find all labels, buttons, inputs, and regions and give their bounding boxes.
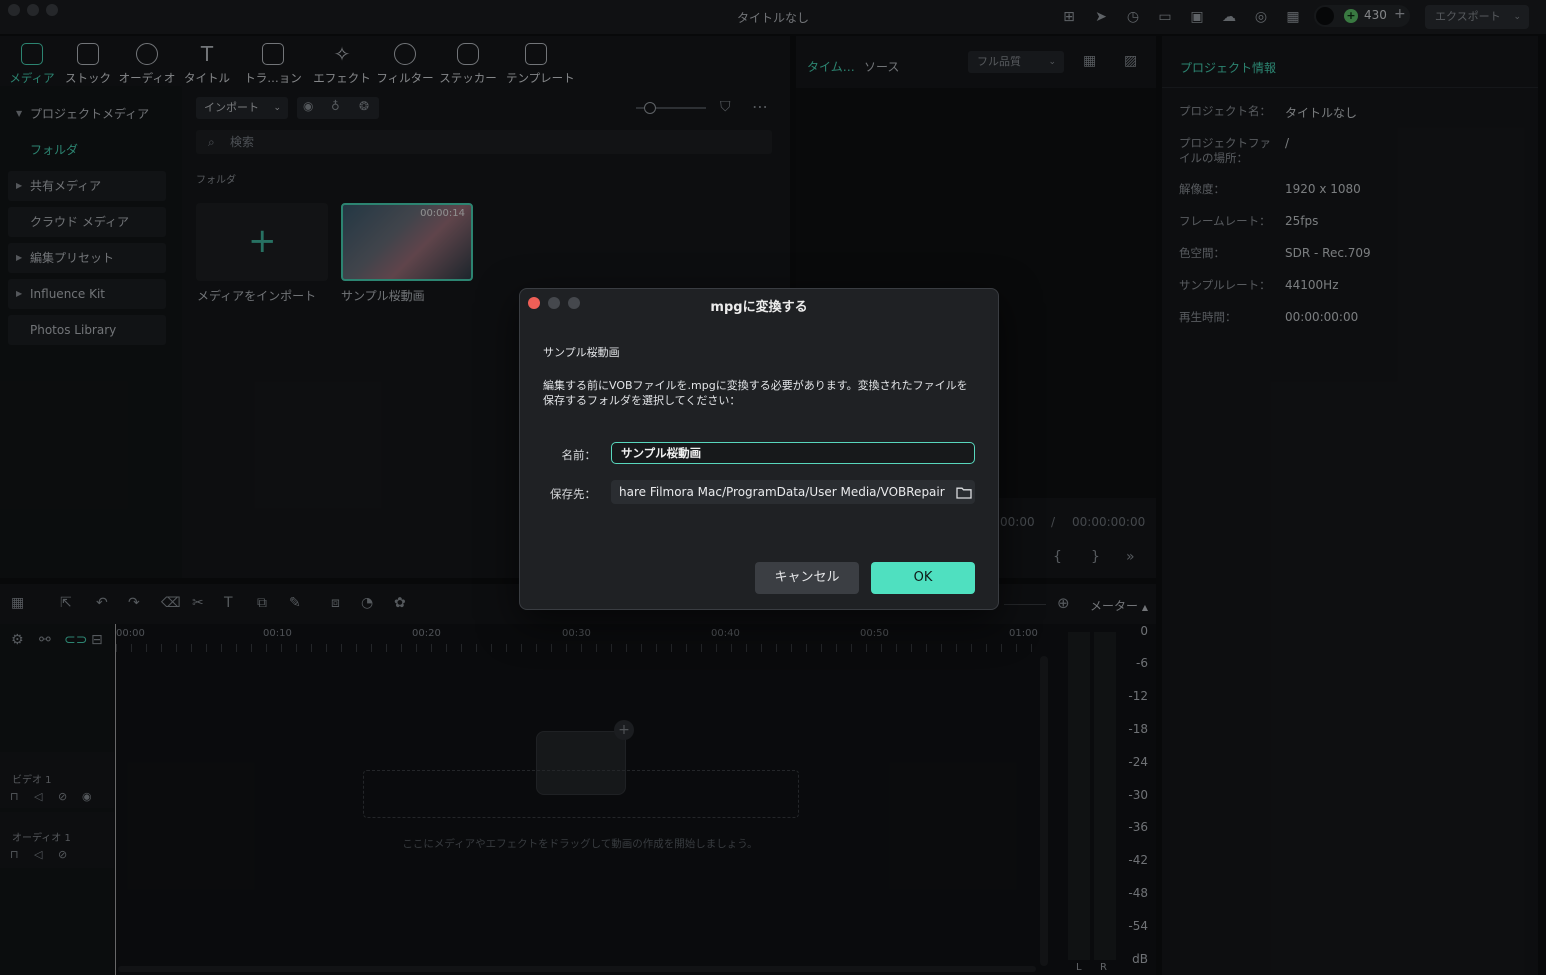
name-input[interactable] — [611, 442, 975, 464]
dialog-file-name: サンプル桜動画 — [543, 346, 620, 359]
destination-path: hare Filmora Mac/ProgramData/User Media/… — [619, 485, 945, 499]
name-label: 名前： — [561, 448, 597, 462]
destination-path-field[interactable]: hare Filmora Mac/ProgramData/User Media/… — [611, 480, 975, 504]
cancel-button[interactable]: キャンセル — [755, 562, 859, 594]
dialog-title: mpgに変換する — [710, 300, 808, 315]
dialog-message: 編集する前にVOBファイルを.mpgに変換する必要があります。変換されたファイル… — [543, 379, 968, 407]
destination-label: 保存先： — [550, 487, 596, 501]
ok-button[interactable]: OK — [871, 562, 975, 594]
convert-dialog: mpgに変換する サンプル桜動画 編集する前にVOBファイルを.mpgに変換する… — [519, 288, 999, 610]
folder-icon[interactable] — [956, 486, 972, 499]
